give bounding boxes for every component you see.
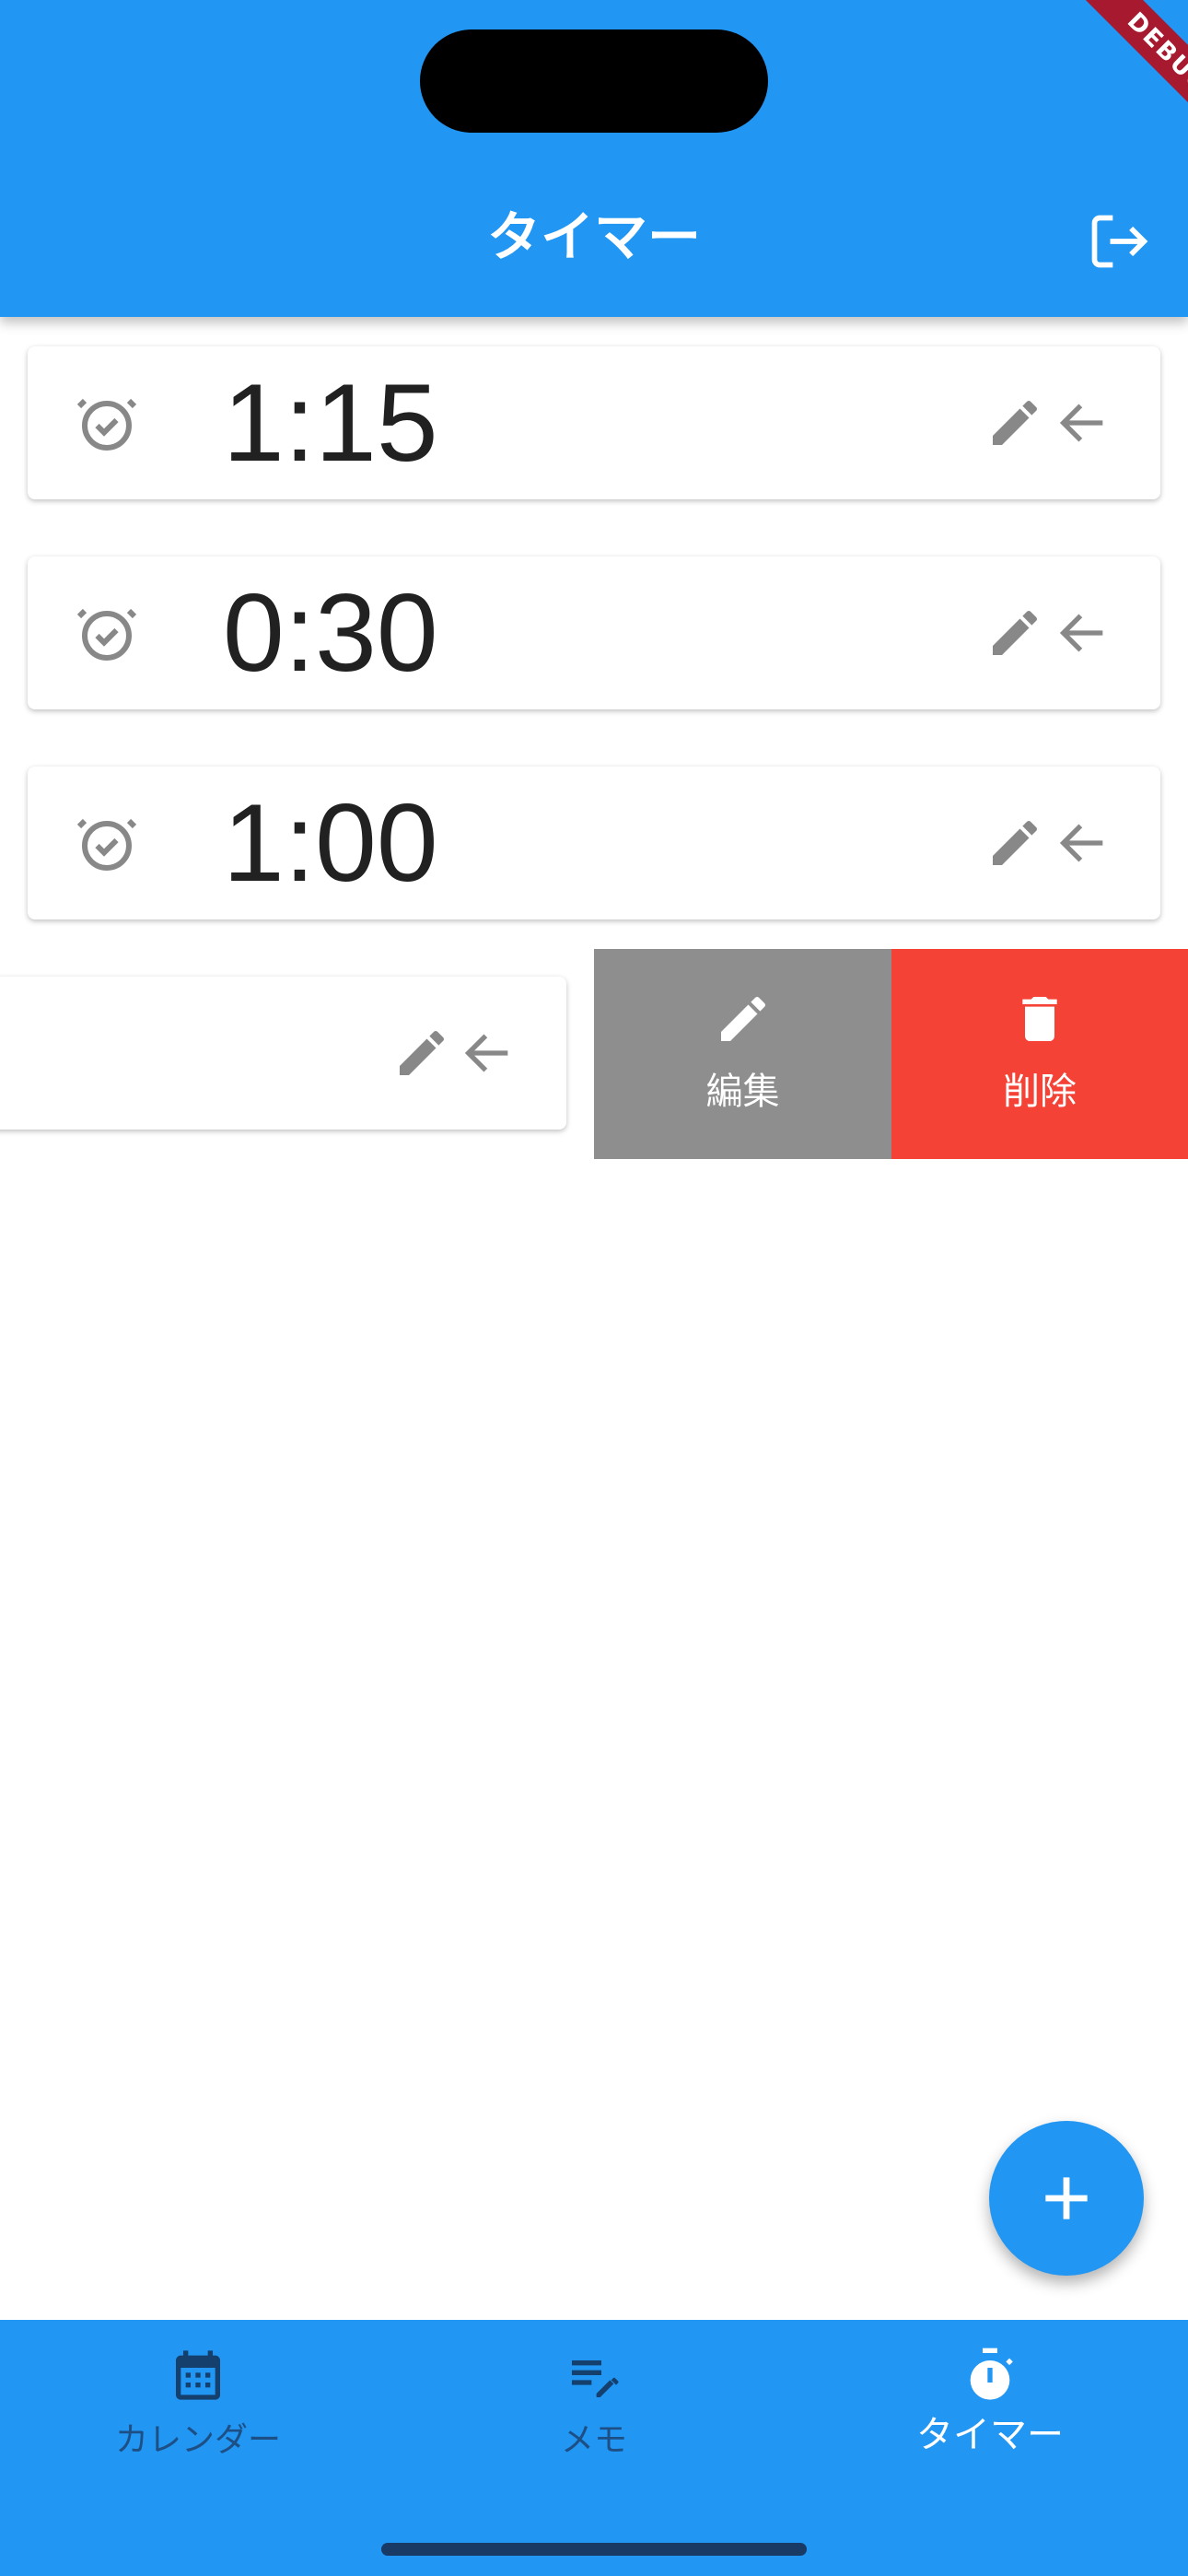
timer-card[interactable]: 1:15	[28, 346, 1160, 499]
trash-icon	[1022, 997, 1057, 1041]
timer-card-swiped[interactable]	[0, 977, 566, 1130]
bottom-navigation: カレンダー メモ タイマー	[0, 2320, 1188, 2576]
swipe-edit-button[interactable]: 編集	[594, 949, 891, 1159]
logout-icon[interactable]	[1087, 210, 1149, 273]
nav-label: メモ	[560, 2421, 627, 2459]
home-indicator	[381, 2543, 807, 2556]
page-title: タイマー	[486, 205, 701, 268]
arrow-left-icon	[1059, 824, 1103, 862]
timer-time: 1:15	[223, 361, 438, 485]
swipe-delete-label: 削除	[1003, 1071, 1077, 1113]
arrow-left-icon	[464, 1034, 508, 1072]
add-timer-button[interactable]	[989, 2121, 1144, 2276]
timer-card[interactable]: 0:30	[28, 556, 1160, 709]
app-bar: タイマー	[0, 0, 1188, 317]
nav-label-selected: タイマー	[916, 2414, 1064, 2456]
arrow-left-icon	[1059, 614, 1103, 652]
debug-banner: DEBUG	[1022, 0, 1188, 166]
nav-item-calendar[interactable]: カレンダー	[0, 2320, 396, 2504]
timer-time: 0:30	[223, 571, 438, 695]
nav-item-memo[interactable]: メモ	[396, 2320, 792, 2504]
swipe-edit-label: 編集	[705, 1071, 780, 1113]
timer-time: 1:00	[223, 781, 438, 905]
pencil-icon[interactable]	[392, 1024, 451, 1083]
timer-icon	[970, 2348, 1013, 2400]
swipe-delete-button[interactable]: 削除	[891, 949, 1188, 1159]
memo-edit-icon	[572, 2360, 619, 2397]
dynamic-island	[420, 29, 768, 133]
pencil-icon	[720, 996, 765, 1041]
timer-card[interactable]: 1:00	[28, 767, 1160, 919]
pencil-icon[interactable]	[985, 814, 1044, 872]
alarm-check-icon	[76, 818, 137, 871]
arrow-left-icon	[1059, 404, 1103, 442]
pencil-icon[interactable]	[985, 603, 1044, 662]
alarm-check-icon	[76, 608, 137, 661]
nav-label: カレンダー	[114, 2421, 281, 2459]
calendar-icon	[176, 2350, 220, 2400]
pencil-icon[interactable]	[985, 393, 1044, 452]
alarm-check-icon	[76, 398, 137, 451]
nav-item-timer[interactable]: タイマー	[792, 2320, 1188, 2504]
plus-icon	[1045, 2177, 1088, 2219]
